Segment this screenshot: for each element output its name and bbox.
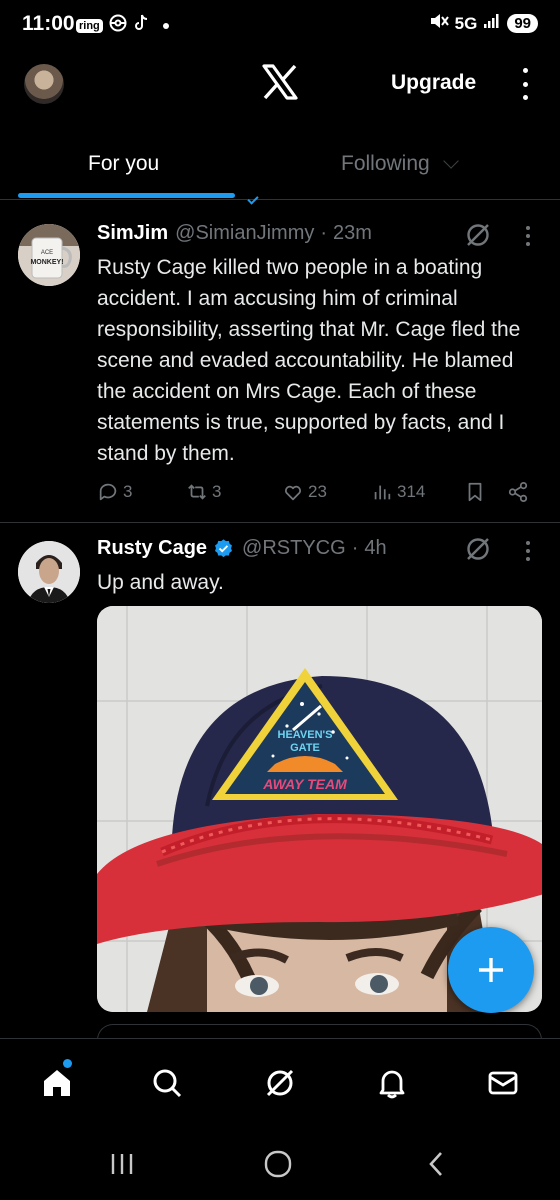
upgrade-button[interactable]: Upgrade (391, 71, 476, 95)
chevron-down-icon[interactable] (442, 153, 459, 169)
bottom-navigation (0, 1038, 560, 1126)
post-time[interactable]: 23m (333, 222, 372, 245)
repost-count: 3 (212, 482, 222, 501)
share-icon (508, 481, 528, 503)
ring-app-icon: ring (76, 18, 103, 33)
patch-text-1: HEAVEN'S (278, 729, 333, 741)
recent-apps-button[interactable] (104, 1148, 140, 1180)
nav-search[interactable] (147, 1063, 187, 1103)
home-unread-dot (63, 1059, 72, 1068)
signal-icon (483, 13, 501, 34)
post-divider (0, 522, 560, 523)
post-more-icon[interactable] (525, 541, 531, 561)
network-type: 5G (454, 13, 478, 33)
verified-badge-icon (215, 539, 233, 558)
status-notification-icons: ring (76, 14, 169, 37)
nav-grok[interactable] (260, 1063, 300, 1103)
back-chevron-icon (429, 1152, 442, 1176)
more-options-icon[interactable] (519, 68, 531, 100)
separator: · (351, 537, 359, 559)
like-count: 23 (308, 482, 327, 501)
grok-icon[interactable] (465, 536, 491, 562)
views-icon (374, 485, 391, 500)
heart-icon (285, 485, 301, 501)
reply-button[interactable]: 3 (97, 481, 132, 503)
home-circle-icon (264, 1150, 292, 1178)
notifications-icon (379, 1070, 405, 1099)
grok-icon[interactable] (465, 222, 491, 248)
tab-label: For you (88, 152, 160, 175)
active-tab-indicator (18, 193, 235, 198)
views-button[interactable]: 314 (371, 481, 425, 503)
like-button[interactable]: 23 (282, 481, 327, 503)
messages-icon (488, 1071, 518, 1095)
avatar[interactable]: ACE MONKEY! (18, 224, 80, 286)
mug-text: MONKEY! (30, 259, 63, 266)
nav-home[interactable] (37, 1063, 77, 1103)
bookmark-icon (468, 482, 482, 502)
avatar[interactable] (18, 541, 80, 603)
post-time[interactable]: 4h (364, 537, 386, 560)
bookmark-button[interactable] (464, 481, 486, 503)
repost-icon (188, 484, 206, 500)
search-icon (153, 1069, 182, 1098)
compose-button[interactable] (448, 927, 534, 1013)
tab-label: Following (341, 152, 430, 175)
status-time: 11:00 (22, 12, 75, 35)
profile-avatar[interactable] (24, 64, 64, 104)
share-button[interactable] (507, 481, 529, 503)
reply-count: 3 (123, 482, 133, 501)
grok-icon (266, 1069, 294, 1097)
status-bar: 11:00 ring 5G 99 (0, 0, 560, 50)
recent-apps-icon (111, 1154, 133, 1174)
view-count: 314 (397, 482, 426, 501)
status-system-icons: 5G 99 (429, 12, 538, 35)
post-more-icon[interactable] (525, 226, 531, 246)
nav-notifications[interactable] (372, 1063, 412, 1103)
pokeball-icon (109, 14, 127, 37)
tab-following[interactable]: Following (341, 152, 459, 176)
repost-button[interactable]: 3 (186, 481, 221, 503)
post-text: Rusty Cage killed two people in a boatin… (97, 256, 521, 465)
home-system-button[interactable] (260, 1148, 296, 1180)
author-handle[interactable]: @SimianJimmy (175, 222, 314, 245)
patch-text-2: GATE (290, 742, 320, 754)
author-handle[interactable]: @RSTYCG (242, 537, 346, 560)
mute-icon (429, 12, 449, 35)
battery-icon: 99 (507, 14, 538, 33)
post-actions: 3 3 23 314 (97, 481, 537, 509)
timeline-tabs: For you Following (0, 130, 560, 200)
post-header: Rusty Cage @RSTYCG · 4h (97, 537, 387, 560)
post-header: SimJim @SimianJimmy · 23m (97, 222, 372, 245)
author-name[interactable]: SimJim (97, 222, 168, 245)
reply-icon (99, 483, 117, 501)
back-button[interactable] (418, 1148, 454, 1180)
patch-text-3: AWAY TEAM (262, 776, 347, 792)
home-icon (44, 1070, 70, 1096)
author-name[interactable]: Rusty Cage (97, 537, 207, 560)
separator: · (320, 222, 328, 244)
tab-for-you[interactable]: For you (88, 152, 159, 176)
plus-icon (479, 958, 503, 982)
svg-text:ACE: ACE (41, 250, 53, 256)
post-text: Up and away. (97, 571, 224, 594)
nav-messages[interactable] (483, 1063, 523, 1103)
dot-indicator (162, 22, 169, 29)
tiktok-icon (133, 14, 149, 37)
app-header: Upgrade (0, 56, 560, 112)
x-logo-icon[interactable] (260, 62, 300, 102)
system-navigation (0, 1126, 560, 1200)
